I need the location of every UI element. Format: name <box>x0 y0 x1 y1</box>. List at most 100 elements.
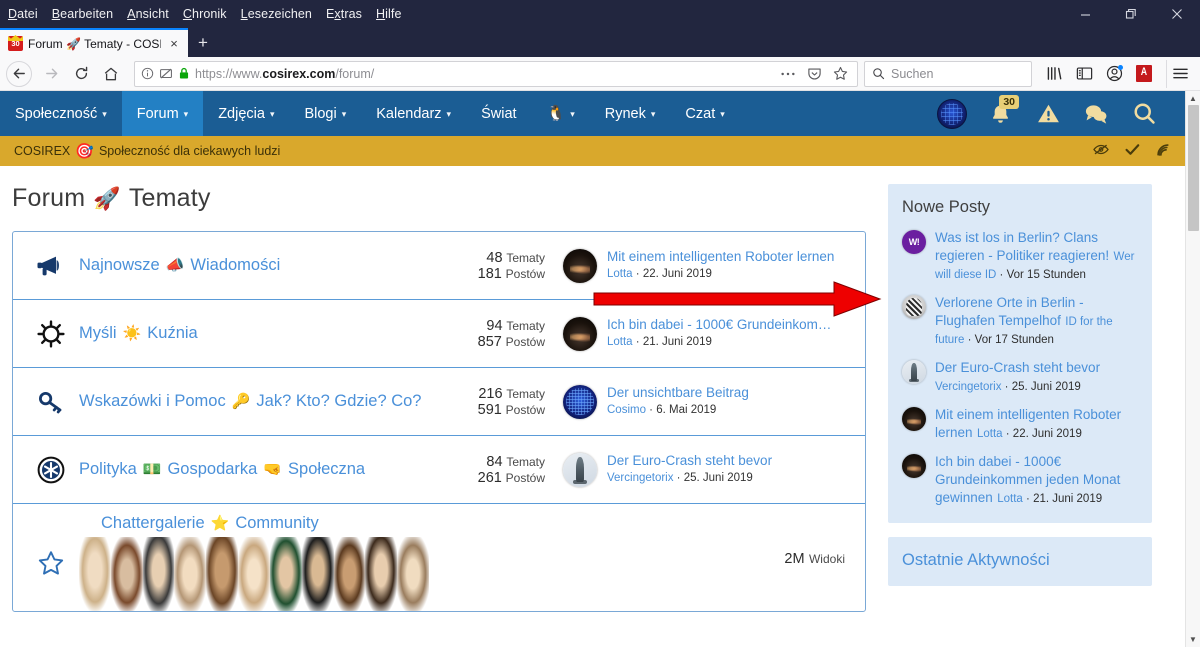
site-nav-czat[interactable]: Czat ▾ <box>670 91 739 136</box>
user-avatar-button[interactable] <box>931 91 973 136</box>
rss-icon[interactable] <box>1156 143 1171 160</box>
views-label: Widoki <box>808 552 845 566</box>
forum-last-post[interactable]: Der unsichtbare Beitrag Cosimo · 6. Mai … <box>555 384 855 419</box>
site-nav-forum[interactable]: Forum ▾ <box>121 91 204 136</box>
restore-icon[interactable] <box>1108 0 1154 28</box>
forum-row[interactable]: Wskazówki i Pomoc 🔑 Jak? Kto? Gdzie? Co?… <box>13 368 865 436</box>
post-title[interactable]: Was ist los in Berlin? Clans regieren - … <box>935 230 1109 263</box>
menu-item-bearbeiten[interactable]: Bearbeiten <box>52 7 113 21</box>
sidebar-post-item[interactable]: W! Was ist los in Berlin? Clans regieren… <box>902 229 1138 283</box>
avatar <box>902 454 926 478</box>
handshake-emoji-icon: 🤜 <box>263 461 283 478</box>
site-brand: COSIREX <box>14 144 71 158</box>
sidebar-post-item[interactable]: Der Euro-Crash steht bevor Vercingetorix… <box>902 359 1138 395</box>
gallery-photo-strip[interactable] <box>79 537 429 611</box>
bookmark-star-icon[interactable] <box>830 66 851 81</box>
site-nav-rynek[interactable]: Rynek ▾ <box>590 91 671 136</box>
browser-window: Datei Bearbeiten Ansicht Chronik Lesezei… <box>0 0 1200 647</box>
last-post-author[interactable]: Lotta <box>607 268 633 280</box>
topics-count: 84 <box>486 453 503 470</box>
account-icon[interactable] <box>1100 60 1128 88</box>
url-bar[interactable]: https://www.cosirex.com/forum/ <box>134 60 858 87</box>
post-author[interactable]: Vercingetorix <box>935 381 1001 393</box>
lock-icon[interactable] <box>178 67 190 80</box>
sidebar-icon[interactable] <box>1070 60 1098 88</box>
site-nav-kalendarz[interactable]: Kalendarz ▾ <box>361 91 466 136</box>
sidebar-heading-recent-activity[interactable]: Ostatnie Aktywności <box>902 551 1138 570</box>
site-nav-spolecznosc[interactable]: Społeczność ▾ <box>0 91 122 136</box>
sidebar-post-item[interactable]: Verlorene Orte in Berlin - Flughafen Tem… <box>902 294 1138 348</box>
menu-item-ansicht[interactable]: Ansicht <box>127 7 169 21</box>
forum-row[interactable]: Myśli ☀️ Kuźnia 94 Tematy 857 Postów Ich… <box>13 300 865 368</box>
site-search-button[interactable] <box>1123 91 1165 136</box>
forum-last-post[interactable]: Mit einem intelligenten Roboter lernen L… <box>555 248 855 283</box>
menu-item-lesezeichen[interactable]: Lesezeichen <box>241 7 312 21</box>
tab-close-icon[interactable]: × <box>166 36 182 52</box>
last-post-title[interactable]: Der unsichtbare Beitrag <box>607 385 749 400</box>
library-icon[interactable] <box>1040 60 1068 88</box>
check-icon[interactable] <box>1125 143 1140 159</box>
sidebar-post-item[interactable]: Mit einem intelligenten Roboter lernen L… <box>902 406 1138 442</box>
back-button[interactable] <box>6 60 32 87</box>
post-title[interactable]: Verlorene Orte in Berlin - Flughafen Tem… <box>935 295 1084 328</box>
close-icon[interactable] <box>1154 0 1200 28</box>
forum-title[interactable]: Najnowsze 📣 Wiadomości <box>79 256 445 275</box>
search-input[interactable]: Suchen <box>864 60 1032 87</box>
menu-item-hilfe[interactable]: Hilfe <box>376 7 402 21</box>
site-nav-blogi[interactable]: Blogi ▾ <box>289 91 361 136</box>
forum-title[interactable]: Wskazówki i Pomoc 🔑 Jak? Kto? Gdzie? Co? <box>79 392 445 411</box>
post-title[interactable]: Der Euro-Crash steht bevor <box>935 360 1100 375</box>
reload-button[interactable] <box>66 60 96 88</box>
alerts-button[interactable] <box>1027 91 1069 136</box>
last-post-title[interactable]: Ich bin dabei - 1000€ Grundeinkom… <box>607 317 831 332</box>
avatar-initials: W! <box>908 237 920 247</box>
browser-tab-active[interactable]: Forum 🚀 Tematy - COSIREX × <box>0 28 188 57</box>
page-info-icon[interactable] <box>141 67 154 80</box>
tracking-protection-icon[interactable] <box>159 67 173 81</box>
scroll-down-arrow-icon[interactable]: ▼ <box>1186 632 1200 647</box>
gallery-title[interactable]: Chattergalerie ⭐ Community <box>79 514 745 533</box>
menu-item-extras[interactable]: Extras <box>326 7 362 21</box>
home-button[interactable] <box>96 60 126 88</box>
last-post-author[interactable]: Cosimo <box>607 404 646 416</box>
avatar <box>563 316 597 351</box>
last-post-author[interactable]: Vercingetorix <box>607 472 673 484</box>
page-actions-icon[interactable] <box>777 71 799 77</box>
eye-off-icon[interactable] <box>1093 143 1109 159</box>
post-author[interactable]: Lotta <box>977 428 1003 440</box>
forum-row[interactable]: Polityka 💵 Gospodarka 🤜 Społeczna 84 Tem… <box>13 436 865 504</box>
page-scrollbar[interactable]: ▲ ▼ <box>1185 91 1200 647</box>
forum-last-post[interactable]: Der Euro-Crash steht bevor Vercingetorix… <box>555 452 855 487</box>
forward-button[interactable] <box>36 60 66 88</box>
menu-item-datei[interactable]: Datei <box>8 7 38 21</box>
pocket-icon[interactable] <box>804 66 825 81</box>
last-post-date: 21. Juni 2019 <box>642 336 712 348</box>
last-post-title[interactable]: Der Euro-Crash steht bevor <box>607 453 772 468</box>
site-nav-penguin[interactable]: 🐧 ▾ <box>532 91 590 136</box>
forum-row[interactable]: Najnowsze 📣 Wiadomości 48 Tematy 181 Pos… <box>13 232 865 300</box>
posts-label: Postów <box>505 334 545 349</box>
forum-title[interactable]: Myśli ☀️ Kuźnia <box>79 324 445 343</box>
messages-button[interactable] <box>1075 91 1117 136</box>
topics-label: Tematy <box>506 250 545 265</box>
post-author[interactable]: Lotta <box>997 493 1023 505</box>
hamburger-menu-icon[interactable] <box>1166 59 1194 88</box>
forum-title[interactable]: Polityka 💵 Gospodarka 🤜 Społeczna <box>79 460 445 479</box>
notifications-button[interactable]: 30 <box>979 91 1021 136</box>
nav-label: Społeczność <box>15 105 98 122</box>
site-nav-swiat[interactable]: Świat <box>466 91 531 136</box>
minimize-icon[interactable] <box>1062 0 1108 28</box>
gallery-row[interactable]: Chattergalerie ⭐ Community 2M Widoki <box>13 504 865 611</box>
new-tab-button[interactable]: + <box>188 28 218 57</box>
chevron-down-icon: ▾ <box>650 109 656 119</box>
sidebar-card-recent-activity[interactable]: Ostatnie Aktywności <box>888 537 1152 586</box>
last-post-title[interactable]: Mit einem intelligenten Roboter lernen <box>607 249 834 264</box>
scrollbar-thumb[interactable] <box>1188 105 1199 231</box>
sidebar-post-item[interactable]: Ich bin dabei - 1000€ Grundeinkommen jed… <box>902 453 1138 507</box>
pdf-icon[interactable] <box>1130 60 1158 88</box>
menu-item-chronik[interactable]: Chronik <box>183 7 227 21</box>
site-nav-zdjecia[interactable]: Zdjęcia ▾ <box>203 91 289 136</box>
forum-last-post[interactable]: Ich bin dabei - 1000€ Grundeinkom… Lotta… <box>555 316 855 351</box>
last-post-author[interactable]: Lotta <box>607 336 633 348</box>
scroll-up-arrow-icon[interactable]: ▲ <box>1186 91 1200 106</box>
